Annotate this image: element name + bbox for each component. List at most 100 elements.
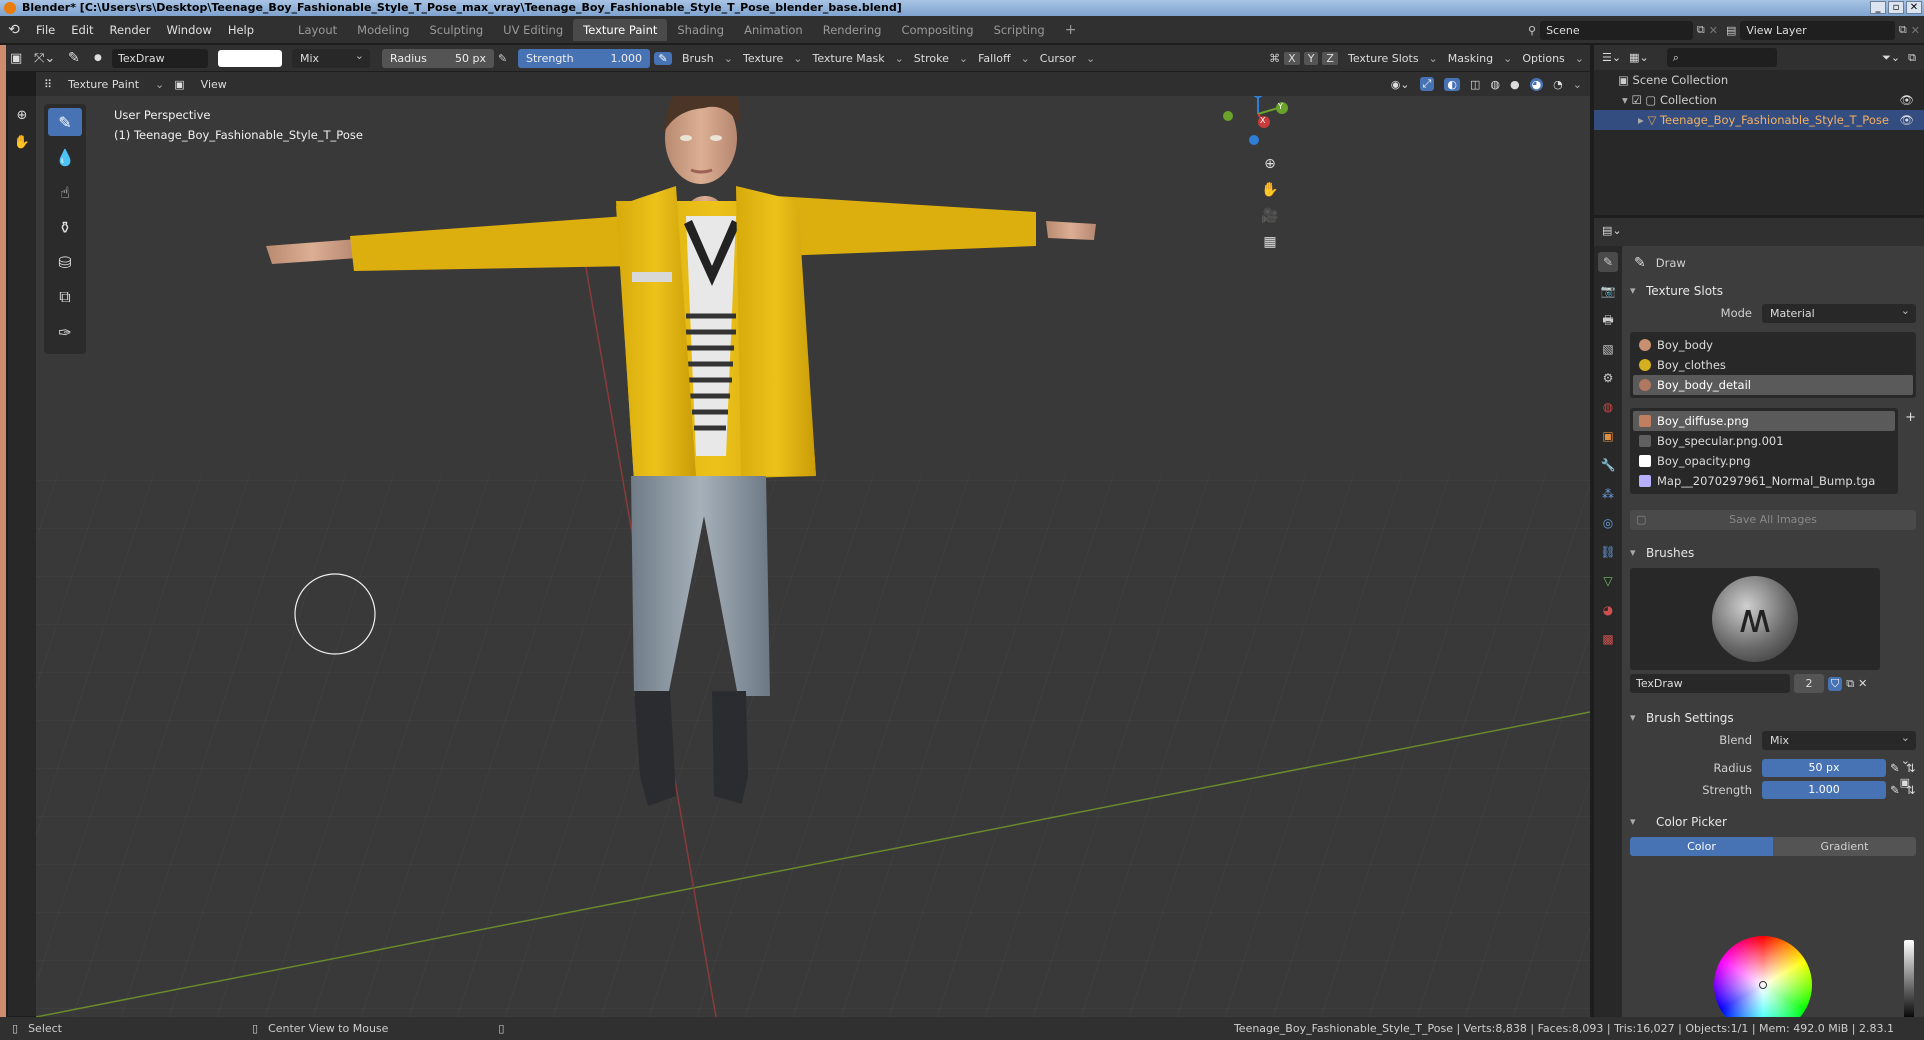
scene-selector[interactable]: ⚲ Scene ⧉ ✕ xyxy=(1528,20,1718,40)
3d-viewport[interactable]: ⊕ ✋ 🎥 ▦ Z Y X xyxy=(36,96,1590,1017)
menu-edit[interactable]: Edit xyxy=(63,23,101,37)
image-slot-normal-bump[interactable]: Map__2070297961_Normal_Bump.tga xyxy=(1633,471,1895,491)
physics-tab-icon[interactable]: ◎ xyxy=(1598,513,1618,533)
delete-scene-icon[interactable]: ✕ xyxy=(1709,24,1718,37)
mask-tool-icon[interactable]: ⧉ xyxy=(48,283,82,311)
soften-tool-icon[interactable]: 💧 xyxy=(48,143,82,171)
falloff-menu[interactable]: Falloff xyxy=(972,52,1016,65)
tab-sculpting[interactable]: Sculpting xyxy=(419,19,493,41)
annotate-tool-icon[interactable]: ✑ xyxy=(48,318,82,346)
cursor-menu[interactable]: Cursor xyxy=(1034,52,1082,65)
expand-arrow-icon[interactable]: ▸ xyxy=(1638,113,1644,127)
tab-texture-paint[interactable]: Texture Paint xyxy=(573,18,668,41)
scene-field[interactable]: Scene xyxy=(1540,20,1693,40)
blend-mode-dropdown[interactable]: Mix xyxy=(292,46,370,68)
tab-shading[interactable]: Shading xyxy=(667,19,734,41)
texture-slots-menu[interactable]: Texture Slots xyxy=(1342,52,1425,65)
texture-slots-panel-header[interactable]: Texture Slots xyxy=(1622,280,1924,302)
strength-pressure-icon[interactable]: ✎ xyxy=(654,51,672,65)
camera-view-icon[interactable]: 🎥 xyxy=(1258,204,1282,228)
add-workspace-button[interactable]: + xyxy=(1055,18,1087,42)
particles-tab-icon[interactable]: ⁂ xyxy=(1598,484,1618,504)
draw-tool-icon[interactable]: ✎ xyxy=(48,108,82,136)
view-layer-selector[interactable]: ▤ View Layer ⧉ ✕ xyxy=(1726,20,1920,40)
properties-editor-icon[interactable]: ▤⌄ xyxy=(1602,224,1622,237)
tab-uv-editing[interactable]: UV Editing xyxy=(493,19,573,41)
color-picker-subpanel-header[interactable]: Color Picker xyxy=(1622,811,1924,833)
overlays-toggle-icon[interactable]: ◐ xyxy=(1444,77,1460,91)
filter-icon[interactable]: ⏷⌄ xyxy=(1882,51,1900,65)
display-mode-icon[interactable]: ▦⌄ xyxy=(1629,51,1649,64)
solid-shading-icon[interactable]: ● xyxy=(1510,78,1520,91)
brush-name-field[interactable]: TexDraw xyxy=(112,48,208,68)
brush-user-count[interactable]: 2 xyxy=(1794,674,1824,693)
editor-type-icon[interactable]: ▣ xyxy=(10,51,30,66)
xray-icon[interactable]: ◫ xyxy=(1470,78,1480,91)
radius-slider[interactable]: Radius 50 px xyxy=(382,48,494,68)
view-layer-tab-icon[interactable]: ▧ xyxy=(1598,339,1618,359)
new-scene-icon[interactable]: ⧉ xyxy=(1697,23,1705,37)
stroke-menu[interactable]: Stroke xyxy=(908,52,955,65)
image-slot-specular[interactable]: Boy_specular.png.001 xyxy=(1633,431,1895,451)
shading-options-icon[interactable]: ⌄ xyxy=(1573,78,1590,91)
color-tab[interactable]: Color xyxy=(1630,837,1773,856)
brush-list-menu-icon[interactable]: ⌄ xyxy=(1901,754,1910,767)
menu-window[interactable]: Window xyxy=(158,23,219,37)
fill-tool-icon[interactable]: ⛁ xyxy=(48,248,82,276)
rendered-shading-icon[interactable]: ◔ xyxy=(1553,78,1563,91)
outliner-object-row[interactable]: ▸ ▽ Teenage_Boy_Fashionable_Style_T_Pose… xyxy=(1594,110,1924,130)
brush-datablock-name[interactable]: TexDraw xyxy=(1630,674,1790,693)
texture-menu[interactable]: Texture xyxy=(737,52,789,65)
outliner-collection[interactable]: ▾ ☑ ▢ Collection 👁 xyxy=(1594,90,1924,110)
wireframe-shading-icon[interactable]: ◍ xyxy=(1490,78,1500,91)
scene-tab-icon[interactable]: ⚙ xyxy=(1598,368,1618,388)
view-layer-field[interactable]: View Layer xyxy=(1740,20,1895,40)
object-visibility-icon[interactable]: 👁 xyxy=(1899,110,1914,130)
strength-prop-field[interactable]: 1.000 xyxy=(1762,781,1886,799)
tool-tab-icon[interactable]: ✎ xyxy=(1598,252,1618,272)
material-tab-icon[interactable]: ◕ xyxy=(1598,600,1618,620)
collection-visibility-icon[interactable]: 👁 xyxy=(1899,90,1914,110)
masking-menu[interactable]: Masking xyxy=(1442,52,1499,65)
pan-hand-icon[interactable]: ✋ xyxy=(8,135,36,150)
outliner-scene-collection[interactable]: ▣ Scene Collection xyxy=(1594,70,1924,90)
tab-scripting[interactable]: Scripting xyxy=(984,19,1055,41)
tool-icon-dropdown[interactable]: ⤧⌄ xyxy=(34,51,64,66)
new-view-layer-icon[interactable]: ⧉ xyxy=(1899,23,1907,37)
material-slot-boy-body[interactable]: Boy_body xyxy=(1633,335,1913,355)
options-menu[interactable]: Options xyxy=(1516,52,1570,65)
output-tab-icon[interactable]: 🖶 xyxy=(1598,310,1618,330)
brush-color-swatch[interactable] xyxy=(218,49,282,67)
outliner-search-input[interactable]: ⌕ xyxy=(1666,48,1777,67)
minimize-button[interactable]: _ xyxy=(1870,1,1886,14)
pan-icon[interactable]: ✋ xyxy=(1258,178,1282,202)
data-tab-icon[interactable]: ▽ xyxy=(1598,571,1618,591)
new-collection-icon[interactable]: ⧉ xyxy=(1908,51,1924,65)
material-preview-icon[interactable]: ◕ xyxy=(1529,77,1544,91)
mask-toggle-icon[interactable]: ▣ xyxy=(174,78,184,91)
orthographic-grid-icon[interactable]: ▦ xyxy=(1258,230,1282,254)
brush-preview-icon[interactable]: ▣ xyxy=(1900,776,1910,789)
texture-tab-icon[interactable]: ▩ xyxy=(1598,629,1618,649)
outliner-editor-icon[interactable]: ☰⌄ xyxy=(1602,51,1621,64)
mode-dropdown-prop[interactable]: Material xyxy=(1762,301,1916,323)
close-window-button[interactable]: ✕ xyxy=(1906,1,1922,14)
visibility-icon[interactable]: ◉⌄ xyxy=(1391,78,1410,91)
image-slot-diffuse[interactable]: Boy_diffuse.png xyxy=(1633,411,1895,431)
gizmo-toggle-icon[interactable]: ⤢ xyxy=(1419,77,1435,91)
constraints-tab-icon[interactable]: ⛓ xyxy=(1598,542,1618,562)
value-slider[interactable] xyxy=(1904,940,1914,1017)
menu-render[interactable]: Render xyxy=(102,23,159,37)
zoom-navigate-icon[interactable]: ⊕ xyxy=(8,108,36,123)
mirror-y-toggle[interactable]: Y xyxy=(1303,51,1319,65)
color-wheel[interactable] xyxy=(1714,936,1812,1017)
blend-dropdown-prop[interactable]: Mix xyxy=(1762,728,1916,750)
clone-tool-icon[interactable]: ⚱ xyxy=(48,213,82,241)
mirror-z-toggle[interactable]: Z xyxy=(1322,51,1338,65)
tab-compositing[interactable]: Compositing xyxy=(891,19,983,41)
smear-tool-icon[interactable]: ☝ xyxy=(48,178,82,206)
strength-slider[interactable]: Strength 1.000 xyxy=(518,48,650,68)
modifier-tab-icon[interactable]: 🔧 xyxy=(1598,455,1618,475)
mode-dropdown-chevron-icon[interactable]: ⌄ xyxy=(155,78,164,91)
fake-user-shield-icon[interactable]: ⛉ xyxy=(1828,676,1843,691)
